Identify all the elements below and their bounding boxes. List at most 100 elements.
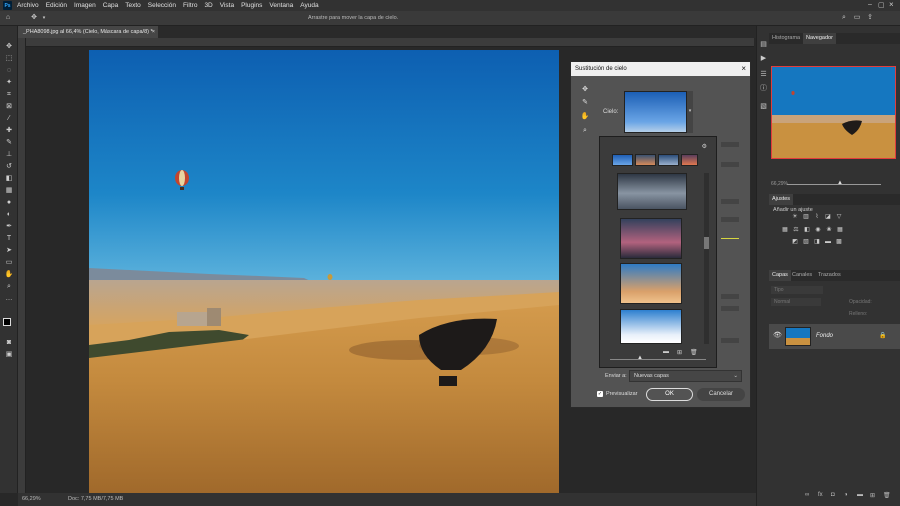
layer-name[interactable]: Fondo [816, 333, 833, 339]
invert-icon[interactable]: ◩ [791, 239, 799, 246]
cancel-button[interactable]: Cancelar [697, 388, 745, 401]
photo-filter-icon[interactable]: ◉ [814, 227, 822, 234]
slider-field[interactable] [721, 162, 739, 167]
sky-preset-thumb[interactable] [658, 154, 679, 166]
zoom-tool-icon[interactable]: ⌕ [580, 126, 590, 136]
zoom-readout[interactable]: 66,29% [22, 496, 41, 502]
blur-tool-icon[interactable]: ● [4, 198, 14, 208]
preview-label[interactable]: Previsualizar [606, 391, 637, 397]
menu-capa[interactable]: Capa [103, 2, 119, 9]
tab-adjustments[interactable]: Ajustes [769, 194, 794, 205]
info-icon[interactable]: ⓘ [759, 84, 768, 93]
trash-icon[interactable]: 🗑 [883, 492, 891, 499]
threshold-icon[interactable]: ◨ [813, 239, 821, 246]
eyedropper-tool-icon[interactable]: ⁄ [4, 114, 14, 124]
presets-scrollbar[interactable] [704, 173, 709, 344]
menu-texto[interactable]: Texto [125, 2, 141, 9]
trash-icon[interactable]: 🗑 [690, 349, 698, 356]
lasso-tool-icon[interactable]: ◌ [4, 66, 14, 76]
scrollbar-thumb[interactable] [704, 237, 709, 249]
send-to-select[interactable]: Nuevas capas ⌄ [629, 370, 742, 382]
color-lookup-icon[interactable]: ▦ [836, 227, 844, 234]
layer-filter-input[interactable]: Tipo [771, 286, 823, 294]
menu-seleccion[interactable]: Selección [148, 2, 176, 9]
menu-vista[interactable]: Vista [220, 2, 234, 9]
chevron-down-icon[interactable]: ▾ [687, 91, 693, 133]
menu-filtro[interactable]: Filtro [183, 2, 197, 9]
chevron-down-icon[interactable]: ▾ [40, 14, 48, 22]
sky-preset-thumb[interactable] [681, 154, 698, 166]
quick-mask-icon[interactable]: ◙ [4, 338, 14, 348]
brightness-icon[interactable]: ☀ [791, 214, 799, 221]
photoshop-logo-icon[interactable]: Ps [3, 1, 12, 10]
gradient-map-icon[interactable]: ▬ [824, 239, 832, 246]
slider-field[interactable] [721, 142, 739, 147]
type-tool-icon[interactable]: T [4, 234, 14, 244]
exposure-icon[interactable]: ◪ [824, 214, 832, 221]
zoom-tool-icon[interactable]: ⌕ [4, 282, 14, 292]
menu-ayuda[interactable]: Ayuda [300, 2, 318, 9]
folder-icon[interactable]: ▬ [663, 349, 669, 355]
vibrance-icon[interactable]: ▽ [835, 214, 843, 221]
move-tool-icon[interactable]: ✥ [4, 42, 14, 52]
slider-field[interactable] [721, 306, 739, 311]
gradient-tool-icon[interactable]: ▦ [4, 186, 14, 196]
thumbnail-size-slider[interactable] [610, 359, 706, 360]
history-brush-tool-icon[interactable]: ↺ [4, 162, 14, 172]
document-info[interactable]: Doc: 7,75 MB/7,75 MB [68, 496, 123, 502]
slider-knob[interactable]: ▲ [637, 355, 643, 361]
sky-brush-tool-icon[interactable]: ✎ [580, 98, 590, 108]
slider-field[interactable] [721, 217, 739, 222]
gear-icon[interactable]: ⚙ [702, 143, 707, 150]
minimize-icon[interactable]: – [868, 1, 872, 8]
sky-preset-thumb[interactable] [617, 173, 687, 210]
dodge-tool-icon[interactable]: ◐ [4, 210, 14, 220]
libraries-icon[interactable]: ▧ [759, 102, 768, 111]
slider-field[interactable] [721, 199, 739, 204]
pen-tool-icon[interactable]: ✒ [4, 222, 14, 232]
maximize-icon[interactable]: ▢ [878, 1, 885, 9]
more-tools-icon[interactable]: … [4, 294, 14, 304]
layer-row[interactable]: 👁 Fondo 🔒 [769, 324, 900, 349]
link-layers-icon[interactable]: ∞ [805, 492, 809, 498]
hand-tool-icon[interactable]: ✋ [4, 270, 14, 280]
hue-saturation-icon[interactable]: ▦ [781, 227, 789, 234]
clone-stamp-tool-icon[interactable]: ⊥ [4, 150, 14, 160]
add-mask-icon[interactable]: ◘ [831, 492, 835, 498]
menu-ventana[interactable]: Ventana [269, 2, 293, 9]
posterize-icon[interactable]: ▧ [802, 239, 810, 246]
tab-layers[interactable]: Capas [769, 270, 791, 281]
marquee-tool-icon[interactable]: ⬚ [4, 54, 14, 64]
home-icon[interactable]: ⌂ [4, 14, 12, 22]
navigator-zoom-slider[interactable] [787, 184, 881, 185]
tab-navigator[interactable]: Navegador [803, 33, 836, 44]
tab-histogram[interactable]: Histograma [769, 33, 803, 44]
add-sky-icon[interactable]: ⊞ [677, 349, 682, 356]
sky-move-tool-icon[interactable]: ✥ [580, 85, 590, 95]
navigator-preview[interactable] [771, 66, 896, 159]
path-selection-tool-icon[interactable]: ➤ [4, 246, 14, 256]
tab-paths[interactable]: Trazados [815, 270, 844, 281]
share-icon[interactable]: ⇪ [866, 14, 874, 22]
color-balance-icon[interactable]: ⚖ [792, 227, 800, 234]
new-group-icon[interactable]: ▬ [857, 492, 863, 498]
hand-tool-icon[interactable]: ✋ [580, 112, 590, 122]
close-icon[interactable]: × [741, 62, 746, 76]
new-layer-icon[interactable]: ⊞ [870, 492, 875, 499]
curves-icon[interactable]: ⌇ [813, 214, 821, 221]
preview-checkbox[interactable]: ✓ [597, 391, 603, 397]
slider-field[interactable] [721, 338, 739, 343]
slider-field[interactable] [721, 294, 739, 299]
sky-preset-thumb[interactable] [620, 263, 682, 304]
eraser-tool-icon[interactable]: ◧ [4, 174, 14, 184]
search-icon[interactable]: ⌕ [840, 14, 848, 22]
brush-tool-icon[interactable]: ✎ [4, 138, 14, 148]
rectangle-tool-icon[interactable]: ▭ [4, 258, 14, 268]
crop-tool-icon[interactable]: ⌗ [4, 90, 14, 100]
screen-mode-icon[interactable]: ▣ [4, 350, 14, 360]
slider-track[interactable] [721, 238, 739, 239]
channel-mixer-icon[interactable]: ❀ [825, 227, 833, 234]
selected-sky-preview[interactable] [624, 91, 687, 133]
magic-wand-tool-icon[interactable]: ✦ [4, 78, 14, 88]
navigator-zoom-readout[interactable]: 66,29% [771, 181, 788, 187]
